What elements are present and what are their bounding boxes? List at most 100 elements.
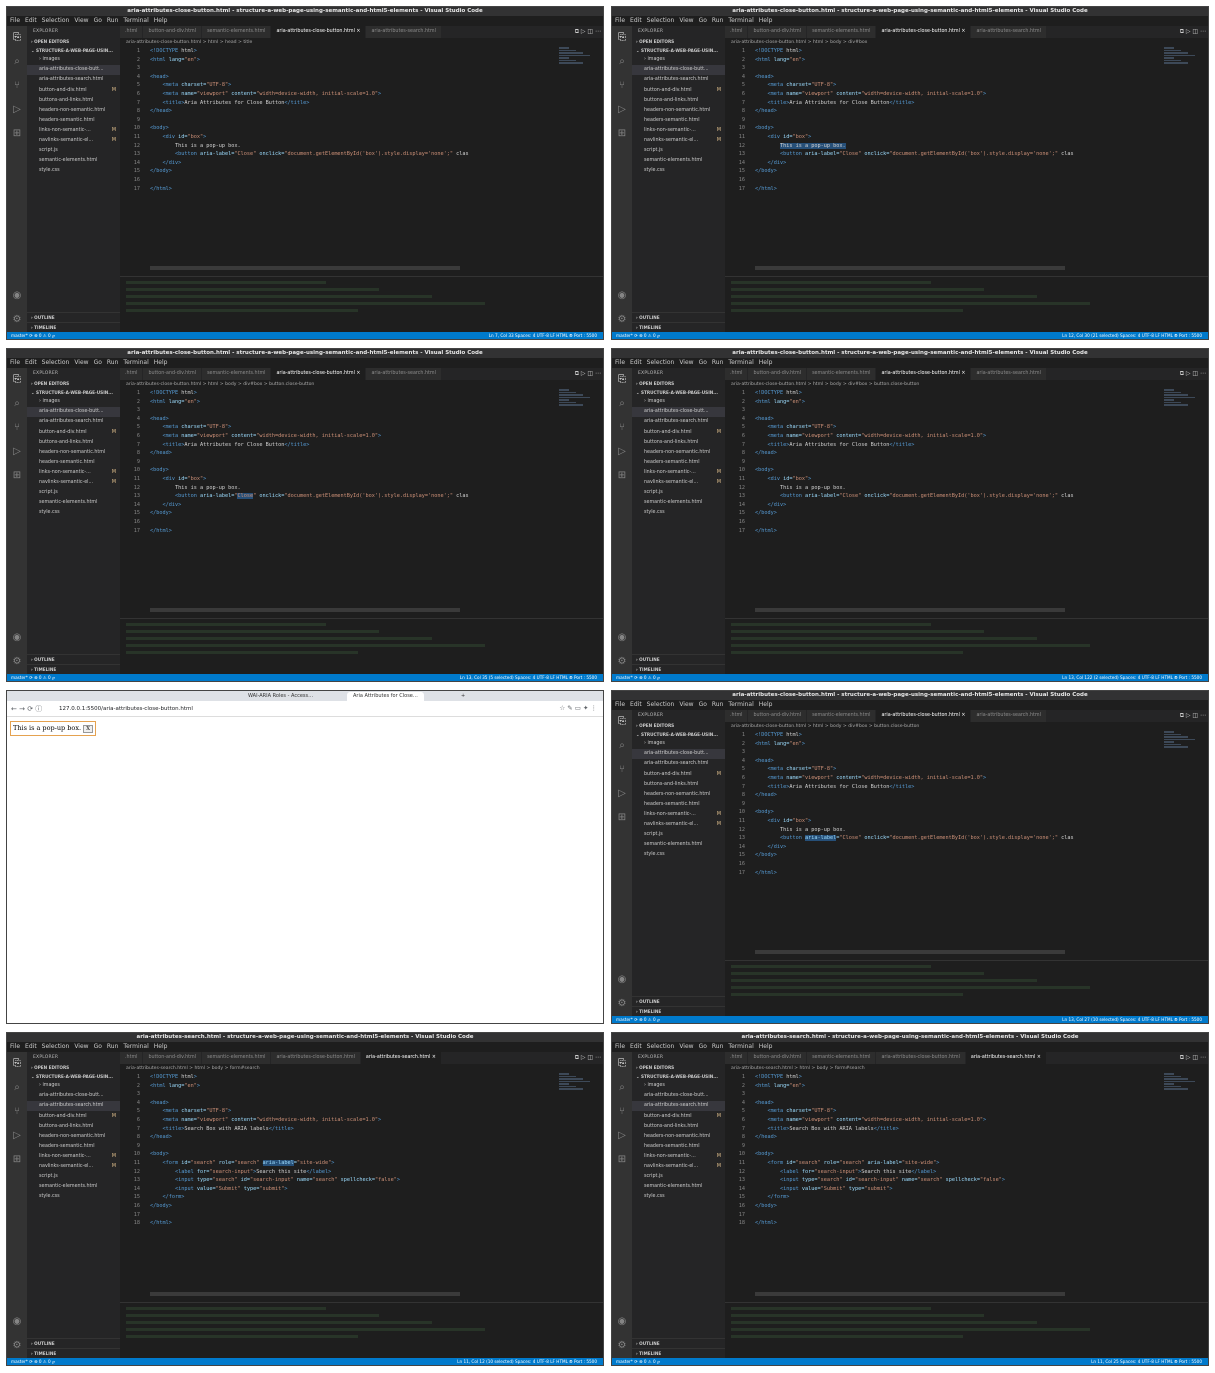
- settings-gear-icon[interactable]: ⚙: [612, 650, 632, 674]
- open-editors-section[interactable]: › OPEN EDITORS: [27, 379, 120, 388]
- file-item[interactable]: headers-semantic.html: [27, 458, 120, 468]
- menu-terminal[interactable]: Terminal: [123, 359, 148, 366]
- file-item[interactable]: aria-attributes-close-butt...: [27, 65, 120, 76]
- file-item[interactable]: buttons-and-links.html: [632, 779, 725, 789]
- search-icon[interactable]: ⌕: [7, 392, 27, 416]
- code-editor[interactable]: 1 <!DOCTYPE html> 2 <html lang="en"> 3 4 <head…: [725, 731, 1158, 877]
- extensions-icon[interactable]: ⊞: [612, 122, 632, 146]
- editor-tab[interactable]: .html: [725, 26, 749, 38]
- project-folder[interactable]: ⌄ STRUCTURE-A-WEB-PAGE-USIN...: [632, 1072, 725, 1081]
- editor-tab[interactable]: aria-attributes-close-button.html ×: [876, 26, 972, 38]
- menu-file[interactable]: File: [615, 17, 625, 24]
- editor-tab[interactable]: semantic-elements.html: [807, 710, 877, 722]
- file-item[interactable]: › images: [632, 1081, 725, 1091]
- menu-icon[interactable]: ⋮: [591, 704, 598, 712]
- timeline-section[interactable]: › TIMELINE: [632, 1348, 725, 1358]
- editor-tab[interactable]: button-and-div.html: [748, 26, 808, 38]
- file-item[interactable]: script.js: [27, 488, 120, 498]
- pen-icon[interactable]: ✎: [567, 704, 575, 712]
- file-item[interactable]: style.css: [632, 1192, 725, 1202]
- file-item[interactable]: headers-semantic.html: [632, 116, 725, 126]
- open-editors-section[interactable]: › OPEN EDITORS: [632, 1063, 725, 1072]
- settings-gear-icon[interactable]: ⚙: [7, 1334, 27, 1358]
- editor-tab[interactable]: aria-attributes-search.html: [366, 26, 442, 38]
- source-control-icon[interactable]: ⑂: [612, 1100, 632, 1124]
- extensions-icon[interactable]: ⊞: [612, 1148, 632, 1172]
- menu-run[interactable]: Run: [107, 17, 119, 24]
- run-debug-icon[interactable]: ▷: [7, 440, 27, 464]
- file-item[interactable]: button-and-div.html M: [632, 427, 725, 437]
- editor-tab[interactable]: aria-attributes-close-button.html ×: [876, 710, 972, 722]
- menu-run[interactable]: Run: [712, 1043, 724, 1050]
- file-item[interactable]: links-non-semantic-... M: [27, 126, 120, 136]
- file-item[interactable]: script.js: [27, 1172, 120, 1182]
- timeline-section[interactable]: › TIMELINE: [27, 322, 120, 332]
- status-right[interactable]: Ln 7, Col 33 Spaces: 4 UTF-8 LF HTML ⦾ P…: [489, 332, 597, 339]
- file-item[interactable]: aria-attributes-search.html: [632, 75, 725, 85]
- source-control-icon[interactable]: ⑂: [612, 416, 632, 440]
- source-control-icon[interactable]: ⑂: [7, 416, 27, 440]
- editor-tab[interactable]: aria-attributes-close-button.html: [271, 1052, 361, 1064]
- menu-go[interactable]: Go: [94, 1043, 102, 1050]
- menu-help[interactable]: Help: [154, 17, 168, 24]
- settings-gear-icon[interactable]: ⚙: [7, 308, 27, 332]
- file-item[interactable]: style.css: [632, 508, 725, 518]
- back-icon[interactable]: ←: [11, 705, 19, 713]
- file-item[interactable]: › images: [632, 55, 725, 65]
- layout-icon[interactable]: ◫: [1192, 370, 1200, 377]
- editor-tab[interactable]: aria-attributes-close-button.html ×: [271, 26, 367, 38]
- file-item[interactable]: semantic-elements.html: [27, 498, 120, 508]
- search-icon[interactable]: ⌕: [612, 1076, 632, 1100]
- file-item[interactable]: › images: [27, 397, 120, 407]
- files-icon[interactable]: ⎘: [612, 368, 632, 392]
- menu-help[interactable]: Help: [154, 1043, 168, 1050]
- files-icon[interactable]: ⎘: [7, 26, 27, 50]
- project-folder[interactable]: ⌄ STRUCTURE-A-WEB-PAGE-USIN...: [632, 730, 725, 739]
- outline-section[interactable]: › OUTLINE: [27, 312, 120, 322]
- layout-icon[interactable]: ◫: [1192, 28, 1200, 35]
- file-item[interactable]: headers-non-semantic.html: [27, 105, 120, 115]
- window-icon[interactable]: ▭: [575, 704, 583, 712]
- menu-help[interactable]: Help: [154, 359, 168, 366]
- file-item[interactable]: script.js: [632, 488, 725, 498]
- status-left[interactable]: master* ⟳ ⊗ 0 ⚠ 0 ℘: [616, 333, 660, 338]
- editor-tab[interactable]: aria-attributes-close-button.html ×: [271, 368, 367, 380]
- more-icon[interactable]: ⋯: [595, 1054, 601, 1061]
- file-item[interactable]: buttons-and-links.html: [27, 1121, 120, 1131]
- code-editor[interactable]: 1 <!DOCTYPE html> 2 <html lang="en"> 3 4 <head…: [725, 47, 1158, 193]
- close-button[interactable]: X: [83, 725, 93, 733]
- layout-icon[interactable]: ◫: [1192, 1054, 1200, 1061]
- file-item[interactable]: aria-attributes-close-butt...: [632, 65, 725, 76]
- status-right[interactable]: Ln 11, Col 25 Spaces: 4 UTF-8 LF HTML ⦾ …: [1091, 1358, 1202, 1365]
- file-item[interactable]: headers-non-semantic.html: [632, 1131, 725, 1141]
- puzzle-icon[interactable]: ✦: [583, 704, 591, 712]
- file-item[interactable]: buttons-and-links.html: [27, 95, 120, 105]
- file-item[interactable]: buttons-and-links.html: [27, 437, 120, 447]
- menu-run[interactable]: Run: [107, 1043, 119, 1050]
- menu-terminal[interactable]: Terminal: [728, 701, 753, 708]
- code-editor[interactable]: 1 <!DOCTYPE html> 2 <html lang="en"> 3 4 <head…: [725, 389, 1158, 535]
- status-right[interactable]: Ln 13, Col 122 (2 selected) Spaces: 4 UT…: [1062, 674, 1202, 681]
- run-debug-icon[interactable]: ▷: [612, 782, 632, 806]
- menu-run[interactable]: Run: [712, 17, 724, 24]
- menu-go[interactable]: Go: [94, 17, 102, 24]
- settings-gear-icon[interactable]: ⚙: [612, 1334, 632, 1358]
- timeline-section[interactable]: › TIMELINE: [632, 664, 725, 674]
- project-folder[interactable]: ⌄ STRUCTURE-A-WEB-PAGE-USIN...: [632, 388, 725, 397]
- file-item[interactable]: links-non-semantic-... M: [632, 468, 725, 478]
- terminal-panel[interactable]: [725, 276, 1208, 332]
- account-icon[interactable]: ◉: [612, 626, 632, 650]
- account-icon[interactable]: ◉: [612, 284, 632, 308]
- outline-section[interactable]: › OUTLINE: [27, 654, 120, 664]
- file-item[interactable]: semantic-elements.html: [27, 1182, 120, 1192]
- new-tab-icon[interactable]: +: [455, 692, 471, 701]
- file-item[interactable]: navlinks-semantic-el... M: [27, 1162, 120, 1172]
- status-left[interactable]: master* ⟳ ⊗ 0 ⚠ 0 ℘: [616, 675, 660, 680]
- menu-go[interactable]: Go: [94, 359, 102, 366]
- more-icon[interactable]: ⋯: [1200, 712, 1206, 719]
- minimap[interactable]: [559, 1073, 599, 1095]
- file-item[interactable]: button-and-div.html M: [27, 1111, 120, 1121]
- extensions-icon[interactable]: ⊞: [7, 464, 27, 488]
- file-item[interactable]: navlinks-semantic-el... M: [632, 1162, 725, 1172]
- file-item[interactable]: semantic-elements.html: [632, 156, 725, 166]
